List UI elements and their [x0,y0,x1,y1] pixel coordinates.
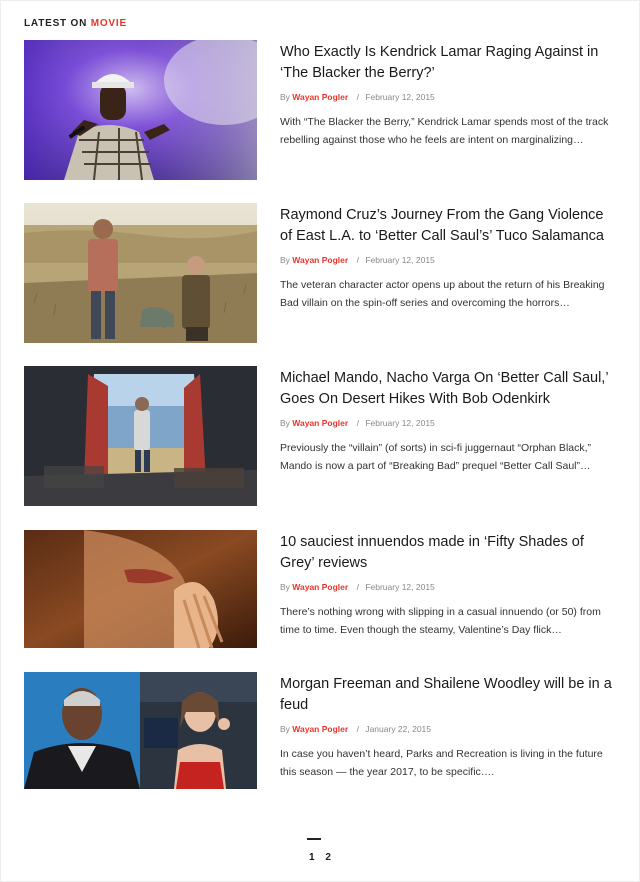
pagination: 1 2 [0,852,640,863]
desert-scene-photo [24,203,257,343]
article-thumbnail[interactable] [24,672,257,789]
byline-prefix: By [280,92,290,102]
article-date: February 12, 2015 [365,582,435,592]
pagination-divider [307,838,321,840]
byline-prefix: By [280,418,290,428]
article-item: Raymond Cruz’s Journey From the Gang Vio… [24,203,616,345]
article-excerpt: The veteran character actor opens up abo… [280,279,605,309]
closeup-photo [24,530,257,648]
article-item: 10 sauciest innuendos made in ‘Fifty Sha… [24,530,616,672]
meta-separator: / [356,92,359,102]
author-link[interactable]: Wayan Pogler [292,255,348,265]
article-excerpt: In case you haven’t heard, Parks and Rec… [280,748,603,778]
section-heading: LATEST ON MOVIE [24,18,127,29]
article-item: Who Exactly Is Kendrick Lamar Raging Aga… [24,40,616,182]
meta-separator: / [356,724,359,734]
page-link-1[interactable]: 1 [309,852,315,863]
meta-separator: / [356,582,359,592]
author-link[interactable]: Wayan Pogler [292,92,348,102]
article-meta: By Wayan Pogler / January 22, 2015 [280,723,616,735]
article-meta: By Wayan Pogler / February 12, 2015 [280,254,616,266]
article-meta: By Wayan Pogler / February 12, 2015 [280,91,616,103]
byline-prefix: By [280,724,290,734]
page-link-2[interactable]: 2 [325,852,331,863]
author-link[interactable]: Wayan Pogler [292,418,348,428]
article-title-link[interactable]: Morgan Freeman and Shailene Woodley will… [280,674,616,716]
section-category-link[interactable]: MOVIE [91,18,127,29]
concert-photo [24,40,257,180]
article-title-link[interactable]: Who Exactly Is Kendrick Lamar Raging Aga… [280,42,616,84]
article-item: Morgan Freeman and Shailene Woodley will… [24,672,616,814]
meta-separator: / [356,418,359,428]
article-excerpt: There’s nothing wrong with slipping in a… [280,606,601,636]
byline-prefix: By [280,255,290,265]
article-thumbnail[interactable] [24,530,257,648]
article-date: February 12, 2015 [365,92,435,102]
article-date: February 12, 2015 [365,255,435,265]
article-meta: By Wayan Pogler / February 12, 2015 [280,581,616,593]
portrait-collage-photo [24,672,257,789]
article-title-link[interactable]: 10 sauciest innuendos made in ‘Fifty Sha… [280,532,616,574]
author-link[interactable]: Wayan Pogler [292,724,348,734]
article-thumbnail[interactable] [24,203,257,343]
article-title-link[interactable]: Raymond Cruz’s Journey From the Gang Vio… [280,205,616,247]
article-title-link[interactable]: Michael Mando, Nacho Varga On ‘Better Ca… [280,368,616,410]
author-link[interactable]: Wayan Pogler [292,582,348,592]
article-item: Michael Mando, Nacho Varga On ‘Better Ca… [24,366,616,508]
section-heading-prefix: LATEST ON [24,18,88,29]
meta-separator: / [356,255,359,265]
byline-prefix: By [280,582,290,592]
article-thumbnail[interactable] [24,366,257,506]
article-thumbnail[interactable] [24,40,257,180]
van-interior-photo [24,366,257,506]
article-date: January 22, 2015 [365,724,432,734]
article-excerpt: Previously the “villain” (of sorts) in s… [280,442,592,472]
article-excerpt: With “The Blacker the Berry,” Kendrick L… [280,116,609,146]
article-meta: By Wayan Pogler / February 12, 2015 [280,417,616,429]
article-date: February 12, 2015 [365,418,435,428]
